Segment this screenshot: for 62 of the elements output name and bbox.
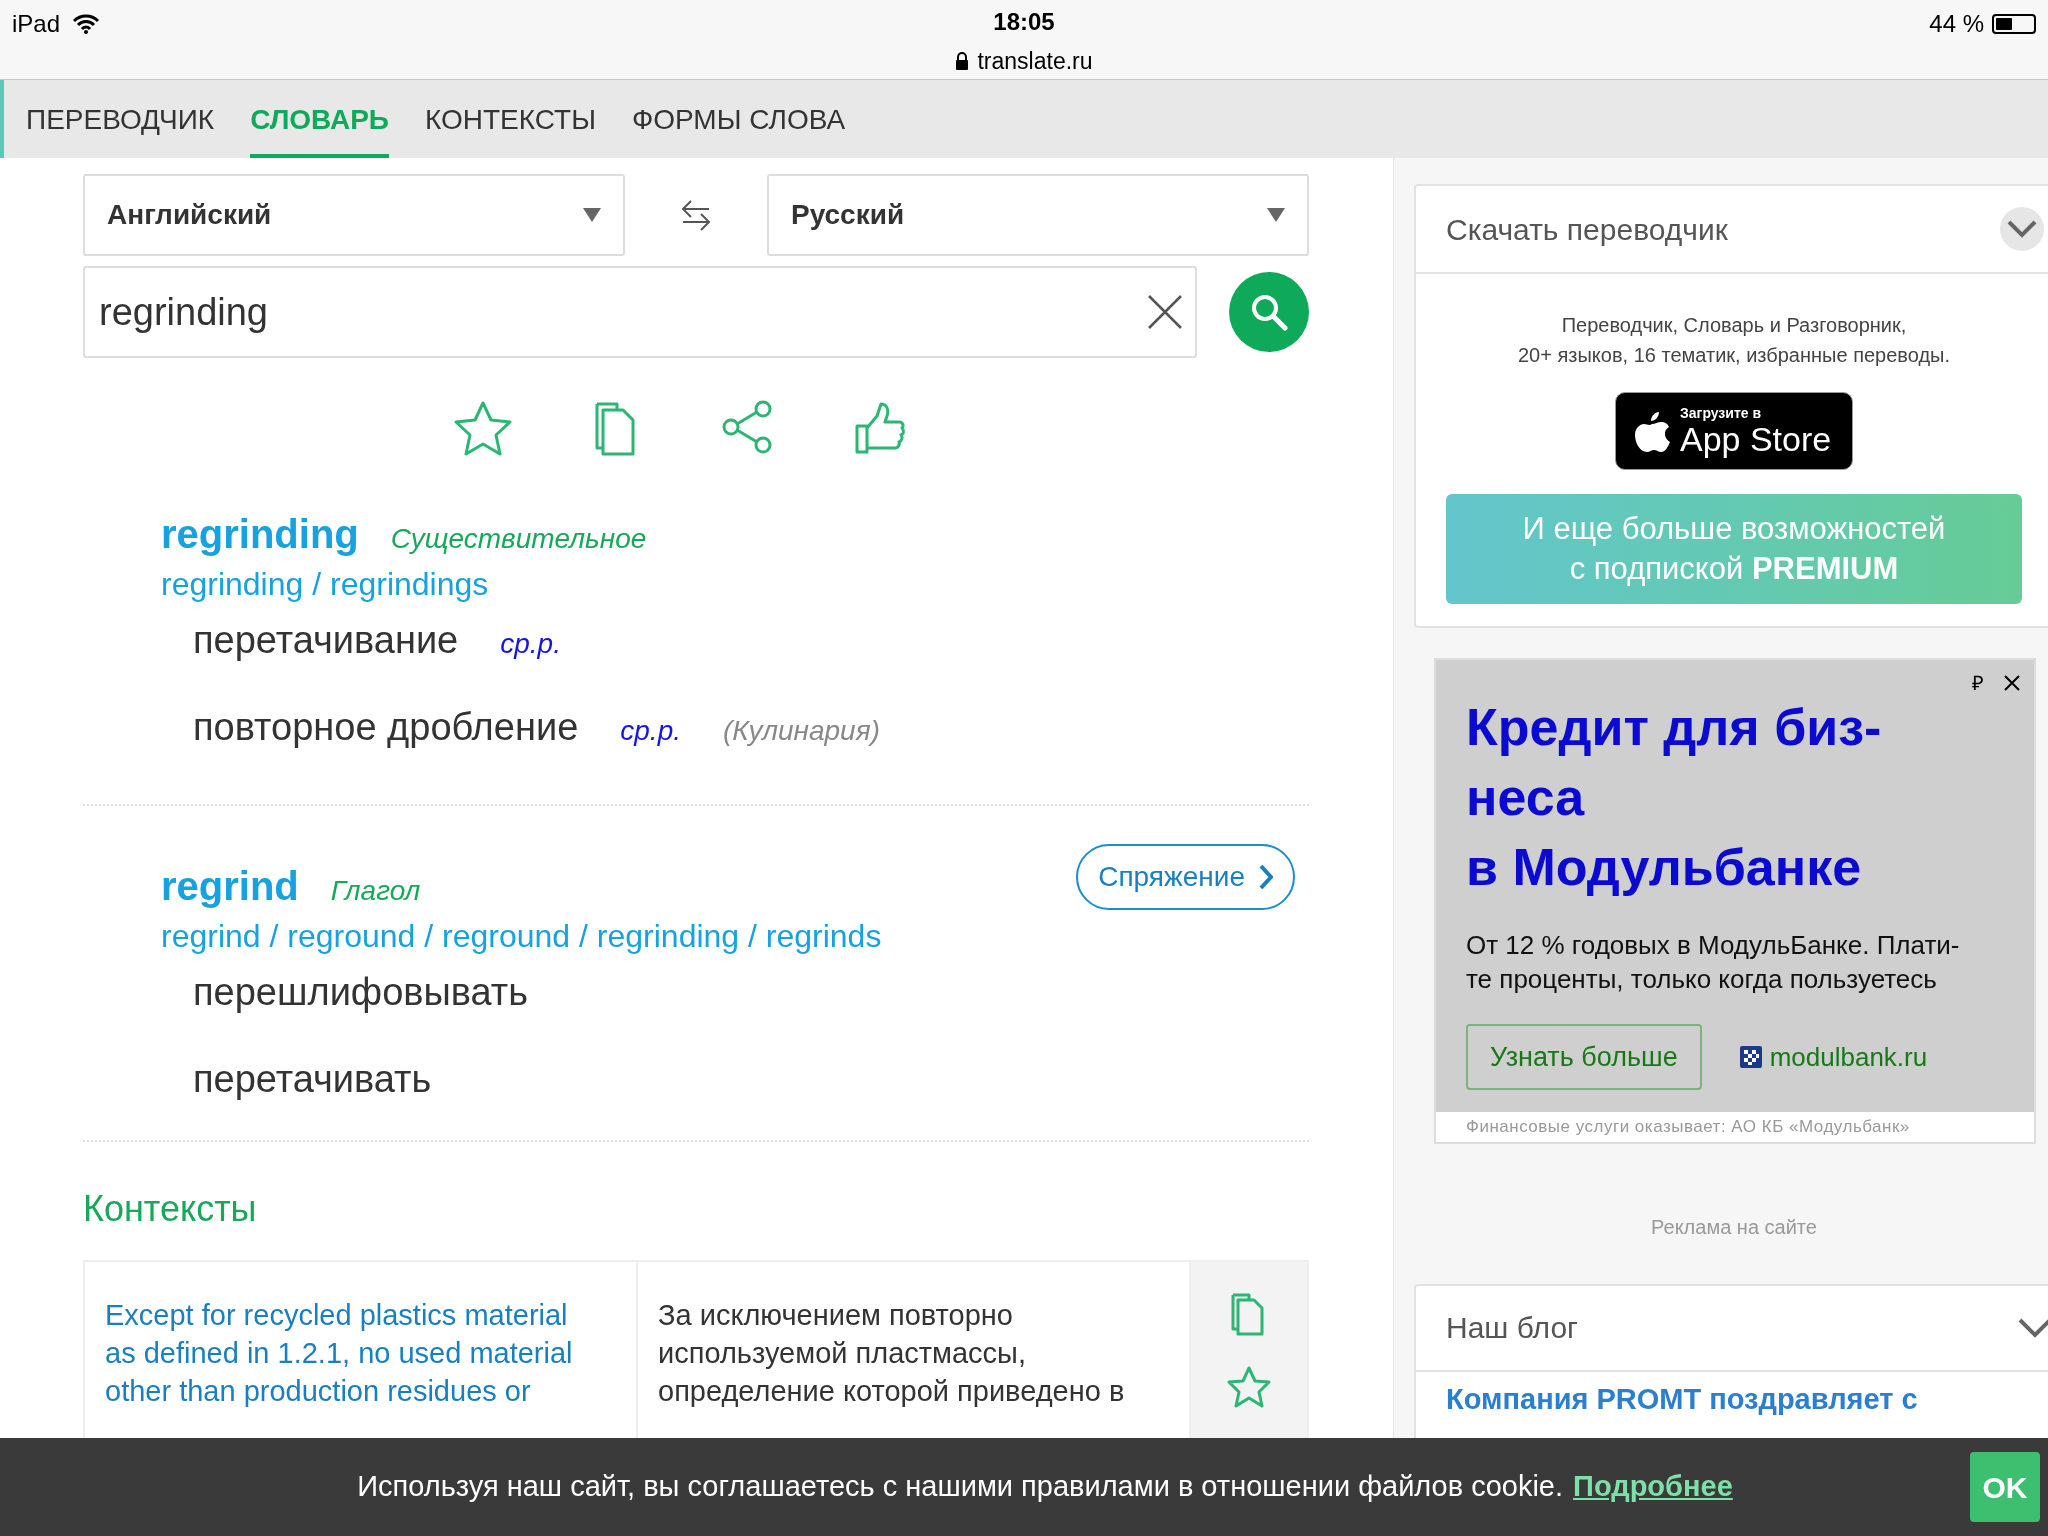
card-title: Наш блог [1446, 1310, 1579, 1346]
gender-label: ср.р. [620, 714, 681, 748]
translation: повторное дробление [193, 705, 579, 750]
star-icon[interactable] [1227, 1366, 1271, 1408]
word-forms: regrind / reground / reground / regrinding / regrinds [161, 917, 883, 956]
address-text: translate.ru [977, 47, 1093, 76]
language-dropdown[interactable]: Русский [767, 174, 1309, 256]
caret-icon [583, 208, 601, 222]
cookie-notice: Используя наш сайт, вы соглашаетесь с нашими правилами в отношении файлов cookie. [357, 1469, 1564, 1505]
tab[interactable]: ПЕРЕВОДЧИК [26, 80, 215, 158]
conjugation-button[interactable]: Спряжение [1076, 844, 1295, 910]
swap-arrows-icon[interactable] [679, 198, 713, 232]
badge-caption: Загрузите в [1680, 406, 1763, 420]
part-of-speech: Существительное [390, 522, 647, 556]
device-name: iPad [12, 9, 61, 39]
blog-post-link[interactable]: Компания PROMT поздравляет с [1416, 1371, 2048, 1421]
caret-icon [1267, 208, 1285, 222]
battery-percent: 44 % [1929, 9, 1984, 39]
clock-time: 18:05 [993, 7, 1055, 37]
headword: regrind [161, 863, 299, 910]
chevron-down-icon [2007, 220, 2037, 238]
context-sentence: Except for recycled plastics material as defined in 1.2.1, no used material other than production residues or [105, 1298, 574, 1409]
ad-text: От 12 % годовых в МодульБанке. Плати- те проценты, только когда пользуетесь [1466, 929, 1961, 996]
battery-icon [1992, 14, 2036, 34]
share-icon[interactable] [721, 400, 773, 454]
translation: перетачивать [193, 1057, 432, 1102]
ad-headline: Кредит для биз- неса в Модульбанке [1466, 697, 1882, 898]
chevron-down-icon[interactable] [2018, 1317, 2048, 1338]
badge-title: App Store [1680, 422, 1832, 456]
lock-icon [955, 52, 970, 71]
tab[interactable]: КОНТЕКСТЫ [424, 80, 596, 158]
ad-label: Реклама на сайте [1650, 1214, 1818, 1240]
collapse-button[interactable] [2000, 207, 2044, 251]
chevron-right-icon [1259, 864, 1273, 890]
app-store-badge[interactable]: Загрузите в App Store [1615, 392, 1853, 470]
ad-link[interactable]: modulbank.ru [1739, 1037, 1928, 1077]
star-icon[interactable] [453, 400, 513, 458]
bank-logo-icon [1739, 1046, 1762, 1068]
tab[interactable]: ФОРМЫ СЛОВА [631, 80, 846, 158]
context-translation: За исключением повторно используемой пластмассы, определение которой приведено в [658, 1298, 1126, 1409]
currency-sign: ₽ [1972, 671, 1984, 696]
apple-logo-icon [1634, 410, 1670, 452]
card-title: Скачать переводчик [1446, 211, 1728, 248]
translation: перетачивание [193, 618, 459, 663]
ad-disclaimer: Финансовые услуги оказывает: АО КБ «Модульбанк» [1465, 1116, 1911, 1138]
learn-more-button[interactable]: Узнать больше [1466, 1024, 1702, 1090]
headword: regrinding [161, 511, 359, 558]
language-dropdown[interactable]: Английский [83, 174, 625, 256]
wifi-icon [72, 13, 101, 35]
details-link[interactable]: Подробнее [1573, 1465, 1733, 1509]
part-of-speech: Глагол [330, 874, 421, 908]
domain-label: (Кулинария) [723, 714, 880, 748]
search-field[interactable]: regrinding [83, 266, 1198, 358]
section-heading: Контексты [83, 1187, 258, 1231]
thumbs-up-icon[interactable] [853, 400, 905, 456]
search-icon [1250, 293, 1289, 331]
close-icon[interactable] [2004, 675, 2020, 691]
clear-icon[interactable] [1147, 294, 1184, 330]
gender-label: ср.р. [500, 627, 561, 661]
translation: перешлифовывать [193, 970, 529, 1015]
card-description: Переводчик, Словарь и Разговорник, 20+ языков, 16 тематик, избранные переводы. [1517, 313, 1951, 368]
word-forms: regrinding / regrindings [161, 565, 490, 604]
